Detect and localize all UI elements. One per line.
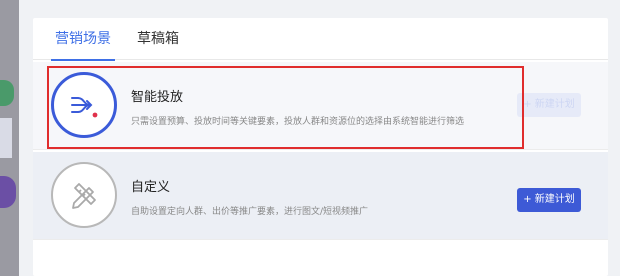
scene-title: 智能投放: [131, 90, 184, 105]
background-page: [0, 0, 19, 276]
scene-item-smart[interactable]: 智能投放 只需设置预算、投放时间等关键要素，投放人群和资源位的选择由系统智能进行…: [33, 62, 608, 150]
smart-flow-icon: [51, 72, 117, 138]
tab-marketing-scenes[interactable]: 营销场景: [51, 18, 115, 61]
create-plan-button[interactable]: + 新建计划: [517, 93, 581, 117]
background-shape: [0, 80, 14, 106]
background-shape: [0, 176, 16, 208]
scene-panel: 营销场景 草稿箱 智能投放 只需设置预算、投放时间等关键要素，投放人群和资源位的…: [33, 18, 608, 276]
scene-item-custom[interactable]: 自定义 自助设置定向人群、出价等推广要素，进行图文/短视频推广 + 新建计划: [33, 152, 608, 240]
scene-title: 自定义: [131, 180, 171, 195]
scene-description: 自助设置定向人群、出价等推广要素，进行图文/短视频推广: [131, 207, 369, 217]
background-shape: [0, 118, 12, 158]
tab-drafts[interactable]: 草稿箱: [137, 18, 179, 60]
create-plan-button[interactable]: + 新建计划: [517, 188, 581, 212]
tab-bar: 营销场景 草稿箱: [33, 18, 608, 61]
scene-description: 只需设置预算、投放时间等关键要素，投放人群和资源位的选择由系统智能进行筛选: [131, 117, 465, 127]
pencil-ruler-icon: [51, 162, 117, 228]
